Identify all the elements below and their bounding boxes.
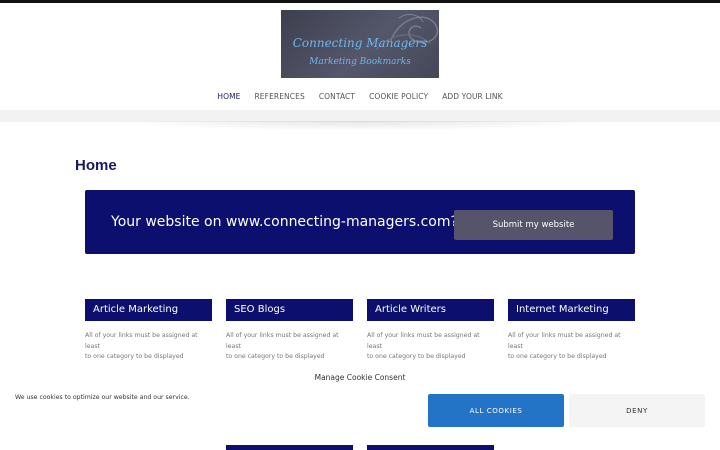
logo-title: Connecting Managers <box>292 36 428 50</box>
nav-add-your-link[interactable]: ADD YOUR LINK <box>435 92 509 101</box>
cookie-consent-message: We use cookies to optimize our website a… <box>15 394 190 401</box>
category-title[interactable]: Internet Marketing <box>508 299 635 321</box>
nav-contact[interactable]: CONTACT <box>312 92 362 101</box>
submit-website-button[interactable]: Submit my website <box>454 210 613 240</box>
category-description: All of your links must be assigned at le… <box>226 331 353 363</box>
category-title[interactable]: Article Writers <box>367 299 494 321</box>
description-line: All of your links must be assigned at le… <box>226 332 339 350</box>
category-card-internet-marketing: Internet Marketing All of your links mus… <box>508 299 635 363</box>
category-title[interactable]: Article Marketing <box>85 299 212 321</box>
banner-text: Your website on www.connecting-managers.… <box>111 214 458 230</box>
nav-home[interactable]: HOME <box>210 92 247 101</box>
category-card-article-writers: Article Writers All of your links must b… <box>367 299 494 363</box>
submit-banner: Your website on www.connecting-managers.… <box>85 190 635 254</box>
category-card-seo-blogs: SEO Blogs All of your links must be assi… <box>226 299 353 363</box>
category-card-article-marketing: Article Marketing All of your links must… <box>85 299 212 363</box>
main-nav: HOME REFERENCES CONTACT COOKIE POLICY AD… <box>0 92 720 101</box>
cookie-consent-title: Manage Cookie Consent <box>314 373 406 382</box>
accept-all-cookies-button[interactable]: ALL COOKIES <box>428 394 564 427</box>
description-line: All of your links must be assigned at le… <box>85 332 198 350</box>
header-shadow <box>110 121 610 131</box>
top-border <box>0 0 720 3</box>
description-line: to one category to be displayed <box>367 353 466 360</box>
deny-cookies-button[interactable]: DENY <box>569 394 705 427</box>
nav-references[interactable]: REFERENCES <box>248 92 312 101</box>
site-logo[interactable]: Connecting Managers Marketing Bookmarks <box>281 10 439 78</box>
description-line: to one category to be displayed <box>85 353 184 360</box>
category-title[interactable]: SEO Blogs <box>226 299 353 321</box>
description-line: All of your links must be assigned at le… <box>508 332 621 350</box>
category-description: All of your links must be assigned at le… <box>85 331 212 363</box>
description-line: to one category to be displayed <box>226 353 325 360</box>
page-title: Home <box>75 157 117 174</box>
category-description: All of your links must be assigned at le… <box>367 331 494 363</box>
description-line: to one category to be displayed <box>508 353 607 360</box>
logo-subtitle: Marketing Bookmarks <box>309 57 411 67</box>
partially-hidden-category-header <box>226 445 353 450</box>
description-line: All of your links must be assigned at le… <box>367 332 480 350</box>
nav-cookie-policy[interactable]: COOKIE POLICY <box>362 92 435 101</box>
partially-hidden-category-header <box>367 445 494 450</box>
category-description: All of your links must be assigned at le… <box>508 331 635 363</box>
